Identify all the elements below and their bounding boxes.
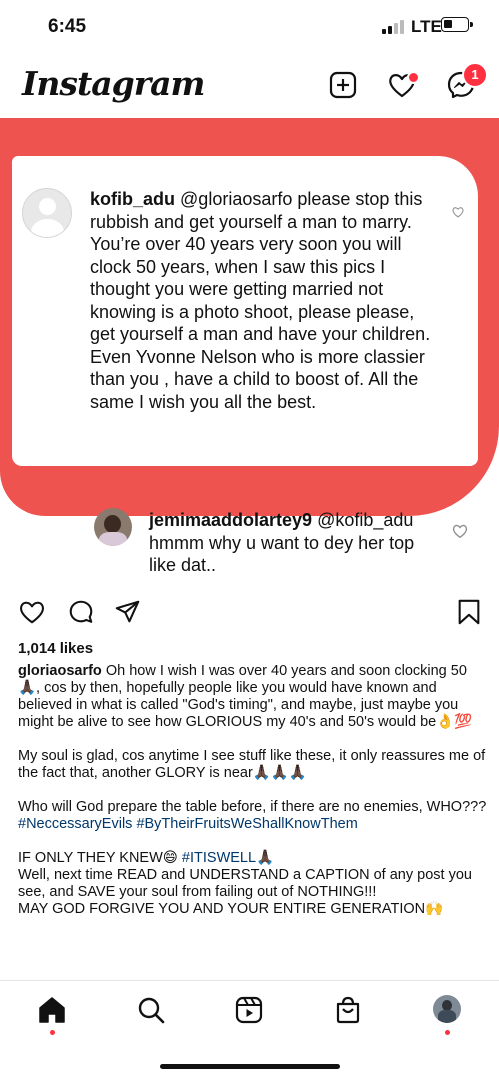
caption-username[interactable]: gloriaosarfo <box>18 663 102 679</box>
comment-icon[interactable] <box>67 598 95 626</box>
home-indicator-bar <box>160 1064 340 1069</box>
home-icon[interactable] <box>37 995 67 1025</box>
like-icon[interactable] <box>18 598 46 626</box>
comment-username[interactable]: kofib_adu <box>90 189 175 209</box>
new-post-icon[interactable] <box>328 70 358 100</box>
comment-like-icon[interactable] <box>451 205 465 219</box>
caption-paragraph: My soul is glad, cos anytime I see stuff… <box>18 748 486 781</box>
messages-badge: 1 <box>462 62 488 88</box>
hashtag-link[interactable]: #ITISWELL <box>182 850 256 866</box>
caption-paragraph: Well, next time READ and UNDERSTAND a CA… <box>18 867 472 900</box>
avatar[interactable] <box>22 188 72 238</box>
shop-icon[interactable] <box>333 995 363 1025</box>
reply-username[interactable]: jemimaaddolartey9 <box>149 510 312 530</box>
reels-icon[interactable] <box>234 995 264 1025</box>
post-caption: gloriaosarfo Oh how I wish I was over 40… <box>18 663 488 918</box>
network-label: LTE <box>411 17 442 36</box>
caption-text: 🙏🏿 <box>256 850 275 866</box>
share-icon[interactable] <box>114 598 142 626</box>
profile-avatar[interactable] <box>433 995 461 1023</box>
reply-text: jemimaaddolartey9 @kofib_adu hmmm why u … <box>149 509 439 577</box>
likes-count[interactable]: 1,014 likes <box>18 640 93 657</box>
comment-text: kofib_adu @gloriaosarfo please stop this… <box>90 188 438 413</box>
status-time: 6:45 <box>48 16 87 37</box>
reply-like-icon[interactable] <box>451 522 469 540</box>
app-logo: Instagram <box>22 64 205 103</box>
activity-badge <box>407 71 420 84</box>
caption-paragraph: Who will God prepare the table before, i… <box>18 799 487 815</box>
battery-icon <box>441 17 473 32</box>
profile-indicator-dot <box>445 1030 450 1035</box>
status-bar: 6:45 LTE <box>0 0 499 56</box>
caption-paragraph: IF ONLY THEY KNEW😄 #ITISWELL🙏🏿 <box>18 850 488 867</box>
comment-body: @gloriaosarfo please stop this rubbish a… <box>90 189 431 412</box>
app-header: Instagram 1 <box>0 56 499 116</box>
search-icon[interactable] <box>136 995 166 1025</box>
caption-text: IF ONLY THEY KNEW😄 <box>18 850 182 866</box>
caption-hashtags[interactable]: #NeccessaryEvils #ByTheirFruitsWeShallKn… <box>18 816 488 833</box>
save-icon[interactable] <box>455 598 483 626</box>
caption-paragraph: gloriaosarfo Oh how I wish I was over 40… <box>18 663 488 731</box>
signal-icon <box>382 18 406 34</box>
avatar[interactable] <box>94 508 132 546</box>
home-indicator-dot <box>50 1030 55 1035</box>
caption-paragraph: MAY GOD FORGIVE YOU AND YOUR ENTIRE GENE… <box>18 901 444 917</box>
